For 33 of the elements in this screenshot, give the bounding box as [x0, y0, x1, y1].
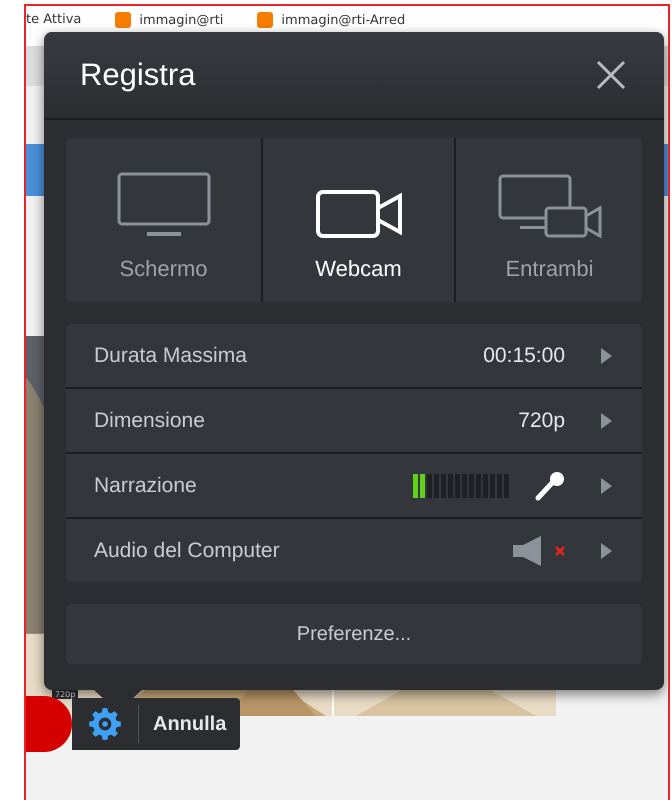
monitor-icon: [116, 172, 210, 238]
setting-label: Durata Massima: [94, 344, 248, 368]
setting-row[interactable]: Durata Massima 00:15:00: [66, 324, 642, 387]
video-camera-icon: [316, 190, 402, 238]
mode-tab[interactable]: Webcam: [263, 138, 454, 302]
preferences-button[interactable]: Preferenze...: [66, 604, 642, 664]
bookmark-icon: [257, 12, 274, 28]
chevron-right-icon: [601, 542, 612, 558]
setting-label: Narrazione: [94, 474, 198, 498]
settings-button[interactable]: [86, 705, 124, 743]
setting-value: 720p: [518, 408, 565, 432]
bookmark-link[interactable]: te Attiva: [26, 12, 82, 27]
bookmark-icon: [115, 12, 132, 28]
preview-label: 720p: [52, 690, 78, 699]
setting-row[interactable]: Narrazione: [66, 454, 642, 517]
monitor-and-camera-icon: [498, 174, 602, 238]
setting-row[interactable]: Dimensione 720p: [66, 389, 642, 452]
setting-row[interactable]: Audio del Computer: [66, 519, 642, 582]
setting-value: 00:15:00: [483, 344, 565, 368]
chevron-right-icon: [601, 478, 612, 494]
close-button[interactable]: [594, 58, 628, 92]
setting-label: Audio del Computer: [94, 538, 281, 562]
speaker-icon: [513, 536, 541, 566]
mode-tab[interactable]: Schermo: [66, 138, 261, 302]
dialog-title: Registra: [80, 57, 196, 93]
bookmark-link[interactable]: immagin@rti: [139, 12, 224, 28]
cancel-button[interactable]: Annulla: [153, 712, 226, 736]
mode-tab[interactable]: Entrambi: [456, 138, 642, 302]
setting-label: Dimensione: [94, 408, 206, 432]
chevron-right-icon: [601, 348, 612, 364]
chevron-right-icon: [601, 412, 612, 428]
microphone-icon: [535, 470, 565, 500]
bookmark-link[interactable]: immagin@rti-Arred: [281, 12, 406, 28]
